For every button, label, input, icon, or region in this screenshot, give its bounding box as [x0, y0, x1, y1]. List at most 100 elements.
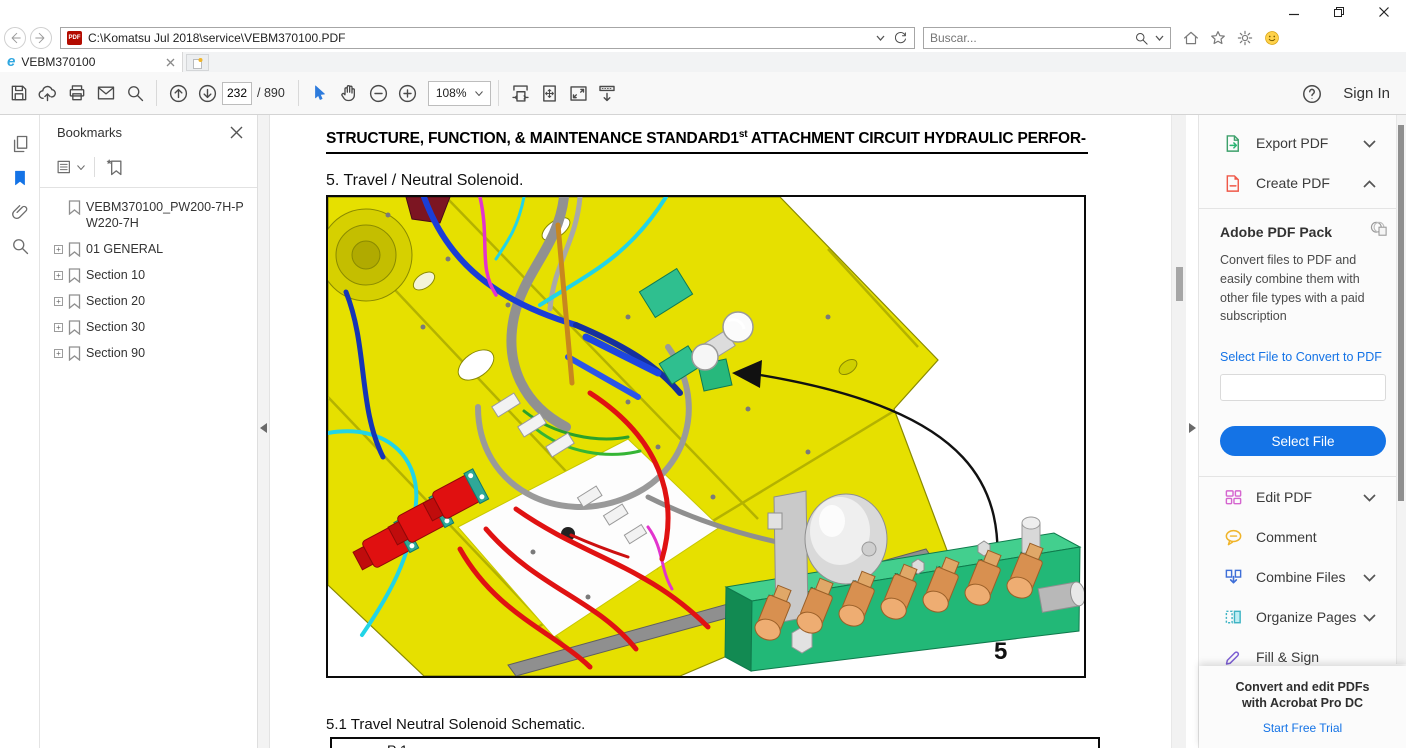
upload-cloud-button[interactable] — [33, 78, 62, 108]
bookmark-expander[interactable]: + — [54, 323, 63, 332]
window-titlebar — [0, 0, 1406, 24]
email-button[interactable] — [91, 78, 120, 108]
close-button[interactable] — [1361, 0, 1406, 24]
figure-callout-number: 5 — [994, 638, 1007, 665]
bookmark-expander[interactable]: + — [54, 245, 63, 254]
address-dropdown-icon[interactable] — [876, 35, 885, 41]
print-button[interactable] — [62, 78, 91, 108]
sign-in-button[interactable]: Sign In — [1343, 85, 1390, 102]
find-button[interactable] — [120, 78, 149, 108]
tab-close-icon[interactable] — [166, 58, 175, 67]
bookmarks-panel: Bookmarks VEBM370100_PW200-7H-PW220-7H +… — [40, 115, 258, 748]
select-file-link[interactable]: Select File to Convert to PDF — [1220, 350, 1386, 364]
browser-search-input[interactable] — [930, 31, 1134, 45]
bookmark-item-general[interactable]: + 01 GENERAL — [40, 237, 257, 263]
tools-panel-scrollbar-thumb[interactable] — [1398, 125, 1404, 501]
tool-export-pdf[interactable]: Export PDF — [1199, 123, 1406, 163]
tool-organize-pages[interactable]: Organize Pages — [1199, 597, 1406, 637]
start-free-trial-link[interactable]: Start Free Trial — [1263, 721, 1342, 735]
pack-title: Adobe PDF Pack — [1220, 224, 1386, 240]
bookmark-label: Section 30 — [86, 319, 244, 336]
fit-page-button[interactable] — [535, 78, 564, 108]
forward-button[interactable] — [30, 27, 52, 49]
favorites-star-icon[interactable] — [1209, 29, 1227, 47]
bookmark-label: Section 20 — [86, 293, 244, 310]
bookmark-item-section90[interactable]: + Section 90 — [40, 340, 257, 366]
chevron-up-icon — [1363, 180, 1376, 188]
pdf-file-icon: PDF — [67, 31, 82, 45]
browser-navbar: PDF — [0, 24, 1406, 52]
page-thumbnails-icon[interactable] — [0, 127, 39, 161]
zoom-level-dropdown[interactable]: 108% — [428, 81, 491, 106]
search-dropdown-icon[interactable] — [1155, 35, 1164, 41]
bookmark-expander[interactable]: + — [54, 349, 63, 358]
bookmark-item-section20[interactable]: + Section 20 — [40, 289, 257, 315]
fit-width-button[interactable] — [506, 78, 535, 108]
new-tab-button[interactable] — [186, 54, 209, 71]
document-scrollbar[interactable] — [1171, 115, 1186, 748]
search-icon[interactable] — [1134, 31, 1149, 46]
hand-tool-button[interactable] — [335, 78, 364, 108]
create-pdf-icon — [1224, 174, 1243, 193]
bookmark-item-section30[interactable]: + Section 30 — [40, 314, 257, 340]
bookmarks-close-icon[interactable] — [230, 126, 243, 139]
address-bar[interactable]: PDF — [60, 27, 915, 49]
page-number-input[interactable] — [222, 82, 252, 105]
collapse-left-panel-icon[interactable] — [260, 423, 267, 433]
acrobat-toolbar: / 890 108% Sign In — [0, 72, 1406, 115]
fullscreen-button[interactable] — [564, 78, 593, 108]
bookmark-icon — [68, 200, 81, 215]
tool-label: Organize Pages — [1256, 609, 1356, 625]
document-scrollbar-thumb[interactable] — [1176, 267, 1183, 301]
tab-vebm370100[interactable]: e VEBM370100 — [0, 52, 183, 72]
collapse-right-panel-icon[interactable] — [1189, 423, 1196, 433]
settings-gear-icon[interactable] — [1236, 29, 1254, 47]
tool-label: Comment — [1256, 529, 1317, 545]
bookmarks-panel-icon[interactable] — [0, 161, 39, 195]
tools-panel-scrollbar[interactable] — [1396, 115, 1406, 664]
tool-label: Combine Files — [1256, 569, 1345, 585]
file-input-field[interactable] — [1220, 374, 1386, 401]
next-page-button[interactable] — [193, 78, 222, 108]
home-icon[interactable] — [1182, 29, 1200, 47]
select-tool-button[interactable] — [306, 78, 335, 108]
promo-line1: Convert and edit PDFs — [1199, 679, 1406, 695]
hide-toolbar-button[interactable] — [593, 78, 622, 108]
attachments-icon[interactable] — [0, 195, 39, 229]
address-input[interactable] — [88, 31, 876, 45]
tab-title: VEBM370100 — [21, 55, 95, 69]
panel-splitter[interactable] — [258, 115, 270, 748]
tool-create-pdf[interactable]: Create PDF — [1199, 163, 1406, 203]
left-nav-strip — [0, 115, 40, 748]
schematic-port-label: P 1 — [332, 739, 1098, 748]
tool-combine-files[interactable]: Combine Files — [1199, 557, 1406, 597]
bookmark-expander[interactable]: + — [54, 297, 63, 306]
bookmark-icon — [68, 320, 81, 335]
search-box[interactable] — [923, 27, 1171, 49]
new-bookmark-icon[interactable] — [104, 157, 126, 177]
previous-page-button[interactable] — [164, 78, 193, 108]
bookmark-icon — [68, 294, 81, 309]
comment-icon — [1224, 528, 1243, 547]
bookmark-item-section10[interactable]: + Section 10 — [40, 263, 257, 289]
bookmark-icon — [68, 242, 81, 257]
bookmark-item-root[interactable]: VEBM370100_PW200-7H-PW220-7H — [40, 194, 257, 237]
refresh-icon[interactable] — [893, 31, 908, 46]
back-button[interactable] — [4, 27, 26, 49]
tool-edit-pdf[interactable]: Edit PDF — [1199, 477, 1406, 517]
zoom-out-button[interactable] — [364, 78, 393, 108]
tool-comment[interactable]: Comment — [1199, 517, 1406, 557]
help-icon[interactable] — [1301, 83, 1323, 105]
ie-icon: e — [7, 55, 15, 69]
sidebar-search-icon[interactable] — [0, 229, 39, 263]
save-button[interactable] — [4, 78, 33, 108]
zoom-in-button[interactable] — [393, 78, 422, 108]
restore-button[interactable] — [1316, 0, 1361, 24]
pack-description: Convert files to PDF and easily combine … — [1220, 251, 1372, 326]
minimize-button[interactable] — [1271, 0, 1316, 24]
select-file-button[interactable]: Select File — [1220, 426, 1386, 456]
feedback-smiley-icon[interactable] — [1263, 29, 1281, 47]
bookmarks-options-icon[interactable] — [55, 158, 85, 176]
doc-heading: STRUCTURE, FUNCTION, & MAINTENANCE STAND… — [326, 129, 1088, 154]
bookmark-expander[interactable]: + — [54, 271, 63, 280]
